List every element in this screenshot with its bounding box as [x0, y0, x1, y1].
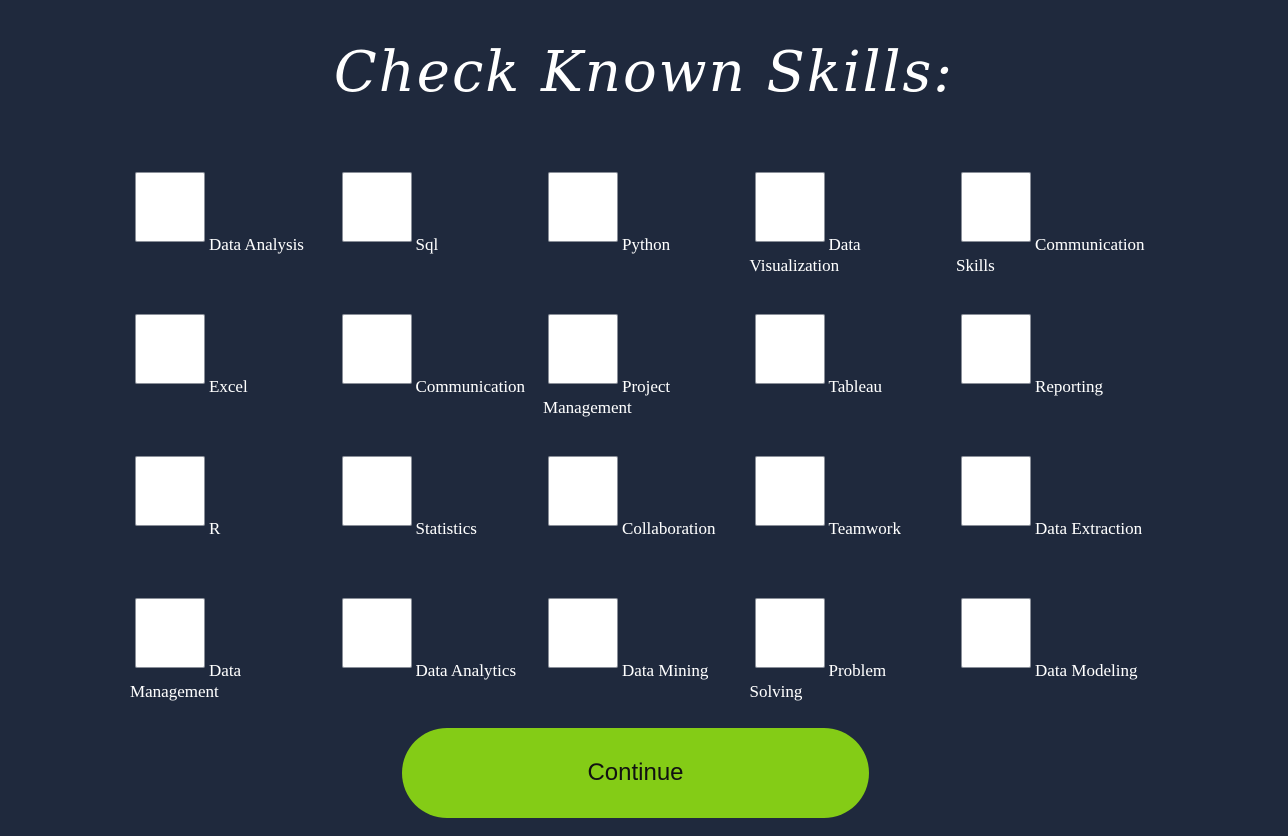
skill-label: Statistics	[415, 519, 477, 538]
skill-checkbox[interactable]	[754, 314, 825, 384]
skill-checkbox[interactable]	[341, 172, 412, 242]
skill-checkbox[interactable]	[548, 598, 618, 668]
skill-label: Excel	[209, 377, 248, 396]
skill-label: Communication	[415, 377, 526, 396]
skill-item: Data Analytics	[337, 597, 527, 739]
skill-checkbox[interactable]	[961, 456, 1031, 526]
skill-checkbox[interactable]	[548, 456, 618, 526]
skill-checkbox[interactable]	[135, 314, 205, 384]
skill-checkbox[interactable]	[961, 172, 1031, 242]
skill-item: Teamwork	[750, 455, 940, 597]
skill-label: Data Analysis	[209, 235, 304, 254]
skill-item: Project Management	[543, 313, 733, 455]
skill-item: Excel	[130, 313, 320, 455]
skill-item: Data Management	[130, 597, 320, 739]
skill-item: Data Visualization	[750, 171, 940, 313]
skill-item: Sql	[337, 171, 527, 313]
skill-item: Tableau	[750, 313, 940, 455]
skill-checkbox[interactable]	[548, 314, 618, 384]
skill-item: Collaboration	[543, 455, 733, 597]
skill-checkbox[interactable]	[754, 456, 825, 526]
skill-item: Data Analysis	[130, 171, 320, 313]
skill-item: Data Mining	[543, 597, 733, 739]
skill-label: Sql	[415, 235, 439, 254]
skill-item: Communication Skills	[956, 171, 1146, 313]
skill-checkbox[interactable]	[548, 172, 618, 242]
skill-label: Data Mining	[622, 661, 709, 680]
skill-checkbox[interactable]	[341, 314, 412, 384]
skill-checkbox[interactable]	[135, 456, 205, 526]
skill-label: Data Modeling	[1035, 661, 1138, 680]
page-title: Check Known Skills:	[333, 40, 955, 105]
skill-item: Problem Solving	[750, 597, 940, 739]
skill-item: Data Extraction	[956, 455, 1146, 597]
skill-label: R	[209, 519, 221, 538]
skill-item: Communication	[337, 313, 527, 455]
skill-checkbox[interactable]	[341, 598, 412, 668]
skill-label: Collaboration	[622, 519, 716, 538]
skill-label: Tableau	[828, 377, 883, 396]
skill-label: Data Extraction	[1035, 519, 1143, 538]
skill-checkbox[interactable]	[135, 172, 205, 242]
skill-label: Data Analytics	[415, 661, 517, 680]
skill-checkbox[interactable]	[961, 314, 1031, 384]
skill-item: Python	[543, 171, 733, 313]
skill-checkbox[interactable]	[754, 172, 825, 242]
continue-button[interactable]: Continue	[402, 728, 869, 818]
skill-item: Statistics	[337, 455, 527, 597]
skill-item: R	[130, 455, 320, 597]
skill-label: Reporting	[1035, 377, 1103, 396]
skills-grid: Data Analysis Sql Python Data Visualizat…	[130, 171, 1180, 739]
skill-checkbox[interactable]	[341, 456, 412, 526]
skill-label: Python	[622, 235, 671, 254]
skill-label: Teamwork	[828, 519, 901, 538]
skill-item: Reporting	[956, 313, 1146, 455]
skill-checkbox[interactable]	[754, 598, 825, 668]
skill-checkbox[interactable]	[961, 598, 1031, 668]
skill-checkbox[interactable]	[135, 598, 205, 668]
skill-item: Data Modeling	[956, 597, 1146, 739]
